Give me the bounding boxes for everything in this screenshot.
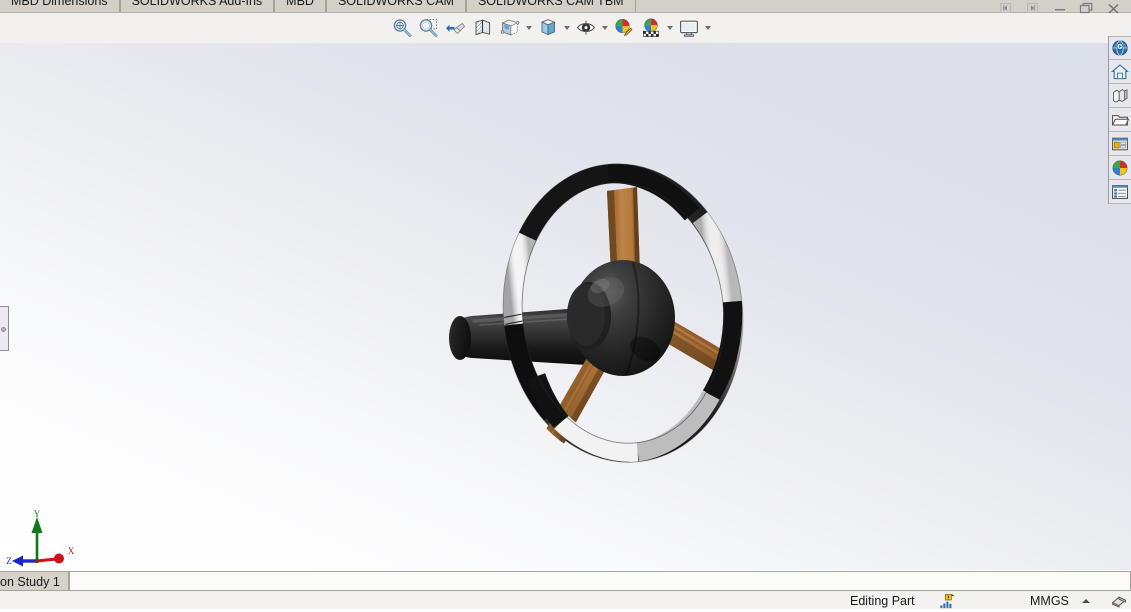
appearances-scenes-icon: [1112, 160, 1128, 175]
feature-manager-flyout-handle[interactable]: [0, 306, 9, 351]
apply-scene-caret-icon[interactable]: [664, 15, 675, 41]
units-label[interactable]: MMGS: [1030, 594, 1069, 608]
ribbon-tab-solidworks-add-ins[interactable]: SOLIDWORKS Add-Ins: [119, 0, 275, 12]
units-chevron-up-icon[interactable]: [1078, 594, 1094, 608]
3d-contentcentral-button[interactable]: [1109, 36, 1131, 60]
view-toolbar: [388, 13, 713, 43]
task-pane: [1108, 36, 1131, 204]
coordinate-triad: Y X Z: [6, 509, 82, 570]
triad-axis-z: Z: [6, 555, 37, 567]
nav-next-button[interactable]: [1019, 0, 1046, 16]
graphics-viewport[interactable]: Y X Z: [0, 43, 1131, 570]
section-view-button[interactable]: [469, 15, 496, 41]
triad-axis-x: X: [36, 546, 75, 564]
svg-text:Y: Y: [34, 509, 41, 519]
edit-appearance-button[interactable]: [610, 15, 637, 41]
view-orientation-caret-icon[interactable]: [523, 15, 534, 41]
svg-text:Z: Z: [6, 556, 12, 566]
display-style-caret-icon[interactable]: [561, 15, 572, 41]
custom-properties-button[interactable]: [1109, 180, 1131, 204]
zoom-to-fit-button[interactable]: [388, 15, 415, 41]
close-button[interactable]: [1100, 0, 1127, 16]
motion-study-bar: on Study 1: [0, 571, 1131, 592]
apply-scene-button[interactable]: [637, 15, 664, 41]
sensor-warning-icon[interactable]: [938, 593, 956, 612]
rebuild-icon[interactable]: [1110, 593, 1128, 612]
view-settings-caret-icon[interactable]: [702, 15, 713, 41]
triad-axis-y: Y: [31, 509, 43, 561]
status-bar: Editing Part MMGS: [0, 592, 1131, 609]
ribbon-tab-solidworks-cam-tbm[interactable]: SOLIDWORKS CAM TBM: [465, 0, 636, 12]
motion-study-tab[interactable]: on Study 1: [0, 571, 69, 591]
hide-show-items-button[interactable]: [572, 15, 599, 41]
file-explorer-icon: [1111, 114, 1129, 125]
view-settings-button[interactable]: [675, 15, 702, 41]
appearances-blocks-button[interactable]: [1109, 84, 1131, 108]
ribbon-tab-mbd-dimensions[interactable]: MBD Dimensions: [0, 0, 120, 12]
previous-view-button[interactable]: [442, 15, 469, 41]
display-style-button[interactable]: [534, 15, 561, 41]
window-controls: [992, 0, 1127, 16]
custom-properties-icon: [1112, 184, 1128, 199]
handwheel-model[interactable]: [440, 153, 792, 473]
ribbon-tab-mbd[interactable]: MBD: [274, 0, 326, 12]
zoom-to-area-button[interactable]: [415, 15, 442, 41]
nav-previous-button[interactable]: [992, 0, 1019, 16]
ribbon-tab-solidworks-cam[interactable]: SOLIDWORKS CAM: [325, 0, 466, 12]
minimize-button[interactable]: [1046, 0, 1073, 16]
design-library-icon: [1111, 63, 1129, 79]
motion-study-field[interactable]: [69, 571, 1131, 591]
appearances-blocks-icon: [1113, 88, 1128, 102]
view-palette-button[interactable]: [1109, 132, 1131, 156]
ribbon-tab-strip: MBD Dimensions SOLIDWORKS Add-Ins MBD SO…: [0, 0, 1131, 12]
appearances-scenes-button[interactable]: [1109, 156, 1131, 180]
editing-mode-label: Editing Part: [850, 593, 915, 608]
hide-show-items-caret-icon[interactable]: [599, 15, 610, 41]
view-palette-icon: [1112, 137, 1128, 150]
flyout-grip-icon: [1, 327, 6, 332]
design-library-button[interactable]: [1109, 60, 1131, 84]
file-explorer-button[interactable]: [1109, 108, 1131, 132]
3d-contentcentral-icon: [1112, 40, 1128, 56]
svg-text:X: X: [68, 546, 75, 556]
restore-button[interactable]: [1073, 0, 1100, 16]
view-orientation-button[interactable]: [496, 15, 523, 41]
